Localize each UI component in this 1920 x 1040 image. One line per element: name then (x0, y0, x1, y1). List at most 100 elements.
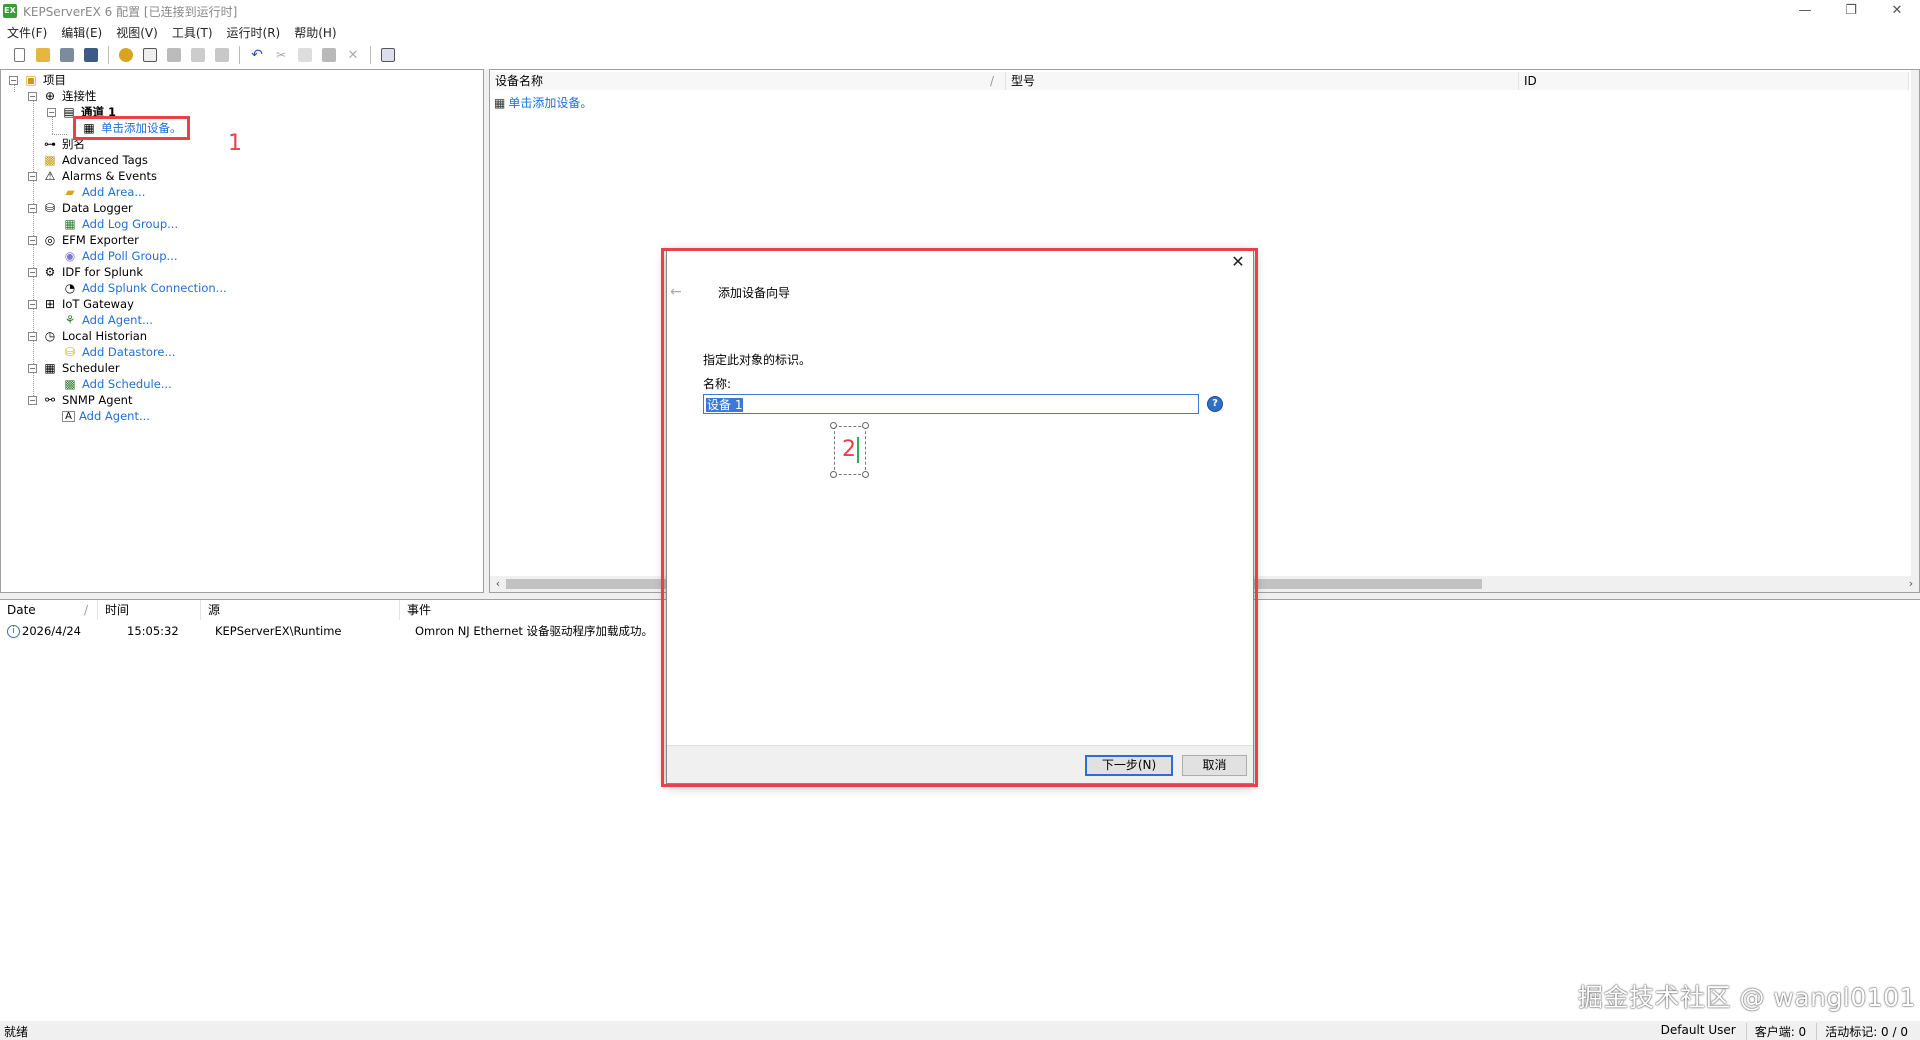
alarm-bell-icon: ⚠ (44, 169, 56, 183)
tree-label: 项目 (43, 73, 66, 87)
column-label: 源 (208, 603, 221, 617)
tree-node-scheduler[interactable]: − ▦ Scheduler (28, 360, 120, 376)
cut-button[interactable]: ✂ (270, 45, 292, 65)
tree-node-advanced-tags[interactable]: ▩ Advanced Tags (42, 152, 148, 168)
tree-node-add-splunk-connection[interactable]: ◔ Add Splunk Connection... (62, 280, 227, 296)
tree-node-add-area[interactable]: ▰ Add Area... (62, 184, 145, 200)
device-list-header: 设备名称 / 型号 ID (490, 72, 1910, 90)
resize-handle (830, 471, 837, 478)
collapse-toggle[interactable]: − (28, 299, 37, 309)
tags-icon (191, 48, 205, 62)
tree-node-add-log-group[interactable]: ▦ Add Log Group... (62, 216, 178, 232)
menu-runtime[interactable]: 运行时(R) (220, 24, 288, 41)
column-label: 事件 (407, 603, 432, 617)
tree-node-add-datastore[interactable]: ⛁ Add Datastore... (62, 344, 175, 360)
save-as-button[interactable] (80, 45, 102, 65)
splunk-connection-icon: ◔ (64, 281, 76, 295)
watermark: 掘金技术社区 @ wangl0101 (1578, 983, 1916, 1012)
collapse-toggle[interactable]: − (28, 171, 37, 181)
menu-tools[interactable]: 工具(T) (165, 24, 220, 41)
column-time[interactable]: 时间 (98, 600, 201, 620)
delete-button[interactable]: ✕ (342, 45, 364, 65)
tree-node-data-logger[interactable]: − ⛁ Data Logger (28, 200, 133, 216)
column-label: Date (7, 603, 36, 617)
bulk-tag-button[interactable] (187, 45, 209, 65)
tree-label: Add Datastore... (82, 345, 176, 359)
collapse-toggle[interactable]: − (28, 235, 37, 245)
database-icon: ⛁ (44, 201, 56, 215)
quick-client-button[interactable] (377, 45, 399, 65)
new-tag-button[interactable] (163, 45, 185, 65)
open-project-button[interactable] (32, 45, 54, 65)
tree-label: SNMP Agent (62, 393, 133, 407)
tree-node-local-historian[interactable]: − ◷ Local Historian (28, 328, 147, 344)
toolbar-separator (108, 46, 109, 64)
menu-bar: 文件(F) 编辑(E) 视图(V) 工具(T) 运行时(R) 帮助(H) (0, 22, 1920, 42)
collapse-toggle[interactable]: − (28, 363, 37, 373)
collapse-toggle[interactable]: − (9, 75, 18, 85)
tree-node-idf-splunk[interactable]: − ⚙ IDF for Splunk (28, 264, 143, 280)
tree-node-connectivity[interactable]: − ⊕ 连接性 (28, 88, 97, 104)
column-id[interactable]: ID (1519, 72, 1909, 90)
menu-view[interactable]: 视图(V) (109, 24, 165, 41)
add-device-row[interactable]: ▦ 单击添加设备。 (494, 94, 592, 111)
tree-node-add-schedule[interactable]: ▩ Add Schedule... (62, 376, 171, 392)
menu-file[interactable]: 文件(F) (0, 24, 54, 41)
tree-node-add-iot-agent[interactable]: ⚘ Add Agent... (62, 312, 153, 328)
tag-icon (167, 48, 181, 62)
collapse-toggle[interactable]: − (28, 331, 37, 341)
tree-node-iot-gateway[interactable]: − ⊞ IoT Gateway (28, 296, 134, 312)
tree-label: Add Poll Group... (82, 249, 178, 263)
column-date[interactable]: Date / (0, 600, 98, 620)
network-icon: ⊞ (44, 297, 56, 311)
device-icon: ▦ (494, 95, 506, 110)
restore-button[interactable]: ❐ (1828, 0, 1874, 22)
tree-node-add-poll-group[interactable]: ◉ Add Poll Group... (62, 248, 178, 264)
project-icon: ▣ (25, 73, 37, 87)
tree-node-alarms-events[interactable]: − ⚠ Alarms & Events (28, 168, 157, 184)
copy-button[interactable] (294, 45, 316, 65)
resize-handle (862, 471, 869, 478)
save-button[interactable] (56, 45, 78, 65)
tree-label: Add Area... (82, 185, 146, 199)
event-message: Omron NJ Ethernet 设备驱动程序加载成功。 (415, 624, 654, 638)
tree-node-add-snmp-agent[interactable]: A Add Agent... (62, 408, 150, 424)
menu-help[interactable]: 帮助(H) (287, 24, 343, 41)
device-icon (143, 48, 157, 62)
collapse-toggle[interactable]: − (28, 267, 37, 277)
efm-icon: ◎ (44, 233, 56, 247)
properties-button[interactable] (115, 45, 137, 65)
new-project-button[interactable] (8, 45, 30, 65)
app-icon: EX (3, 4, 17, 18)
add-device-link: 单击添加设备。 (508, 96, 593, 110)
paste-button[interactable] (318, 45, 340, 65)
column-device-name[interactable]: 设备名称 / (490, 72, 1006, 90)
collapse-toggle[interactable]: − (28, 203, 37, 213)
scroll-left-icon[interactable]: ‹ (490, 576, 506, 592)
tree-node-project[interactable]: − ▣ 项目 (9, 72, 66, 88)
collapse-toggle[interactable]: − (47, 107, 56, 117)
column-source[interactable]: 源 (201, 600, 400, 620)
tree-line (52, 134, 67, 135)
event-source: KEPServerEX\Runtime (215, 624, 342, 638)
scroll-right-icon[interactable]: › (1903, 576, 1919, 592)
close-window-button[interactable]: ✕ (1874, 0, 1920, 22)
event-time: 15:05:32 (127, 624, 179, 638)
collapse-toggle[interactable]: − (28, 395, 37, 405)
collapse-toggle[interactable]: − (28, 91, 37, 101)
tree-label: Scheduler (62, 361, 120, 375)
minimize-button[interactable]: — (1782, 0, 1828, 22)
column-model[interactable]: 型号 (1006, 72, 1519, 90)
vertical-scrollbar[interactable] (1911, 70, 1919, 578)
resize-handle (862, 422, 869, 429)
undo-button[interactable]: ↶ (246, 45, 268, 65)
event-row[interactable]: i 2026/4/24 15:05:32 KEPServerEX\Runtime… (0, 622, 653, 640)
new-device-button[interactable] (139, 45, 161, 65)
tree-node-efm-exporter[interactable]: − ◎ EFM Exporter (28, 232, 139, 248)
menu-edit[interactable]: 编辑(E) (54, 24, 109, 41)
duplicate-tag-button[interactable] (211, 45, 233, 65)
clock-icon: ◷ (44, 329, 56, 343)
tree-node-snmp-agent[interactable]: − ⚯ SNMP Agent (28, 392, 132, 408)
window-title: KEPServerEX 6 配置 [已连接到运行时] (23, 4, 238, 19)
advanced-tags-icon: ▩ (44, 153, 56, 167)
